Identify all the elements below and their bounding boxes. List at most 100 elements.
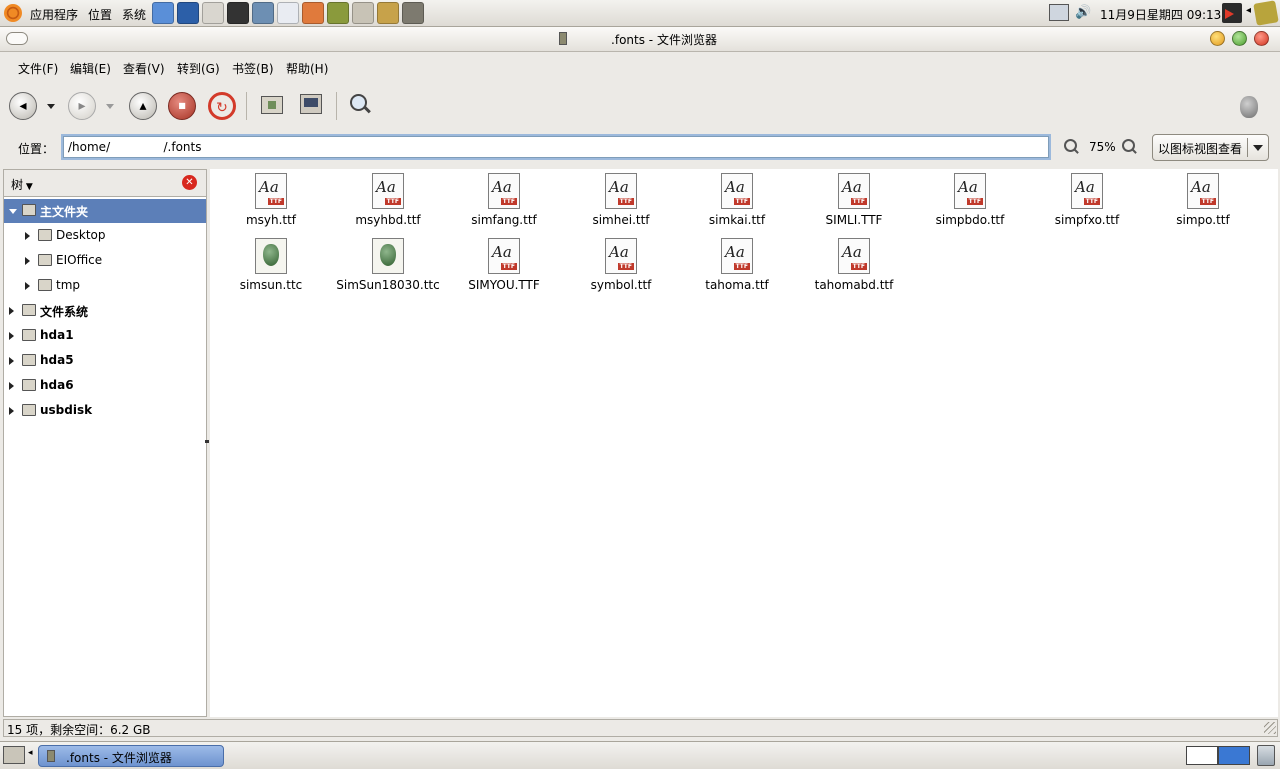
zoom-out-icon[interactable] [1064,139,1079,154]
network-status-icon[interactable] [1049,4,1069,21]
menu-view[interactable]: 查看(V) [123,60,165,77]
tray-arrow-icon[interactable]: ◂ [1246,5,1251,16]
minimize-button[interactable] [1210,31,1225,46]
messenger-icon[interactable] [252,2,274,24]
zoom-in-icon[interactable] [1122,139,1137,154]
places-menu[interactable]: 位置 [88,6,112,23]
volume-icon[interactable]: 🔊 [1075,5,1091,20]
computer-icon[interactable] [300,94,322,114]
trash-icon[interactable] [1257,745,1275,766]
expander-open-icon[interactable] [9,209,17,214]
pidgin-icon[interactable] [377,2,399,24]
sidebar-item[interactable]: hda1 [4,324,206,348]
file-item[interactable]: Aa TTF simpbdo.ttf [925,171,1015,231]
menu-go[interactable]: 转到(G) [177,60,220,77]
menu-bookmarks[interactable]: 书签(B) [232,60,274,77]
location-input[interactable] [61,134,1051,160]
file-item[interactable]: Aa TTF simhei.ttf [576,171,666,231]
applications-menu[interactable]: 应用程序 [30,6,78,23]
view-mode-select[interactable]: 以图标视图查看 [1152,134,1269,161]
window-title: .fonts - 文件浏览器 [611,33,717,47]
font-type-tag: TTF [267,198,284,205]
expander-closed-icon[interactable] [9,332,14,340]
workspace-2[interactable] [1218,746,1250,765]
clock-icon[interactable] [202,2,224,24]
sidebar-mode-label: 树 [11,178,24,192]
file-item[interactable]: Aa TTF tahoma.ttf [692,236,782,296]
resize-grip-icon[interactable] [1264,722,1276,734]
mplayer-icon[interactable] [277,2,299,24]
file-item[interactable]: Aa TTF tahomabd.ttf [809,236,899,296]
taskbar-window-button[interactable]: .fonts - 文件浏览器 [38,745,224,767]
sidebar-item[interactable]: 文件系统 [4,299,206,323]
file-item[interactable]: Aa TTF SIMYOU.TTF [459,236,549,296]
expander-closed-icon[interactable] [25,232,30,240]
font-glyph: Aa [1075,178,1095,196]
system-menu[interactable]: 系统 [122,6,146,23]
workspace-1[interactable] [1186,746,1218,765]
sidebar-item[interactable]: 主文件夹 [4,199,206,223]
sidebar-item[interactable]: Desktop [4,224,206,248]
notes-icon[interactable] [1253,0,1279,26]
folder-icon [22,204,36,216]
file-item[interactable]: SimSun18030.ttc [336,236,440,296]
file-item[interactable]: Aa TTF SIMLI.TTF [809,171,899,231]
font-glyph: Aa [259,178,279,196]
chevron-down-icon: ▼ [23,182,33,192]
network-tool-icon[interactable] [152,2,174,24]
font-type-tag: TTF [617,263,634,270]
book-icon[interactable] [327,2,349,24]
gimp-icon[interactable] [402,2,424,24]
sidebar-item[interactable]: hda6 [4,374,206,398]
search-icon[interactable] [350,94,372,116]
expander-closed-icon[interactable] [9,407,14,415]
clock[interactable]: 11月9日星期四 09:13 [1100,6,1221,23]
expander-closed-icon[interactable] [25,282,30,290]
file-item[interactable]: Aa TTF simfang.ttf [459,171,549,231]
back-icon[interactable]: ◂ [9,92,37,120]
file-name: simfang.ttf [471,213,537,227]
sidebar-item[interactable]: usbdisk [4,399,206,423]
expander-closed-icon[interactable] [9,307,14,315]
file-item[interactable]: Aa TTF msyhbd.ttf [343,171,433,231]
expander-closed-icon[interactable] [9,382,14,390]
menu-edit[interactable]: 编辑(E) [70,60,111,77]
reload-icon[interactable]: ↻ [208,92,236,120]
file-item[interactable]: simsun.ttc [226,236,316,296]
terminal-icon[interactable] [227,2,249,24]
close-button[interactable] [1254,31,1269,46]
font-type-tag: TTF [1083,198,1100,205]
menu-help[interactable]: 帮助(H) [286,60,328,77]
expander-closed-icon[interactable] [9,357,14,365]
stop-icon[interactable]: ■ [168,92,196,120]
file-item[interactable]: Aa TTF symbol.ttf [576,236,666,296]
maximize-button[interactable] [1232,31,1247,46]
menu-file[interactable]: 文件(F) [18,60,58,77]
home-icon[interactable] [261,96,283,114]
sidebar-item[interactable]: EIOffice [4,249,206,273]
ubuntu-logo-icon[interactable] [4,4,22,22]
pane-resize-handle[interactable] [205,440,209,443]
editor-icon[interactable] [302,2,324,24]
file-item[interactable]: Aa TTF simpfxo.ttf [1042,171,1132,231]
truetype-font-icon: Aa TTF [488,238,520,274]
web-browser-icon[interactable] [177,2,199,24]
file-item[interactable]: Aa TTF msyh.ttf [226,171,316,231]
sidebar-item[interactable]: tmp [4,274,206,298]
show-desktop-icon[interactable] [3,746,25,764]
file-item[interactable]: Aa TTF simkai.ttf [692,171,782,231]
expander-closed-icon[interactable] [25,257,30,265]
file-name: simpfxo.ttf [1054,213,1120,227]
file-item[interactable]: Aa TTF simpo.ttf [1158,171,1248,231]
up-icon[interactable]: ▴ [129,92,157,120]
forward-icon[interactable]: ▸ [68,92,96,120]
text-editor-icon[interactable] [352,2,374,24]
close-sidebar-icon[interactable]: ✕ [182,175,197,190]
back-history-dropdown-icon[interactable] [47,104,55,109]
logout-icon[interactable] [1222,3,1242,23]
sidebar-mode-select[interactable]: 树 ▼ [11,176,33,193]
zoom-level[interactable]: 75% [1089,140,1116,154]
forward-history-dropdown-icon[interactable] [106,104,114,109]
window-titlebar[interactable]: .fonts - 文件浏览器 [0,27,1280,52]
sidebar-item[interactable]: hda5 [4,349,206,373]
